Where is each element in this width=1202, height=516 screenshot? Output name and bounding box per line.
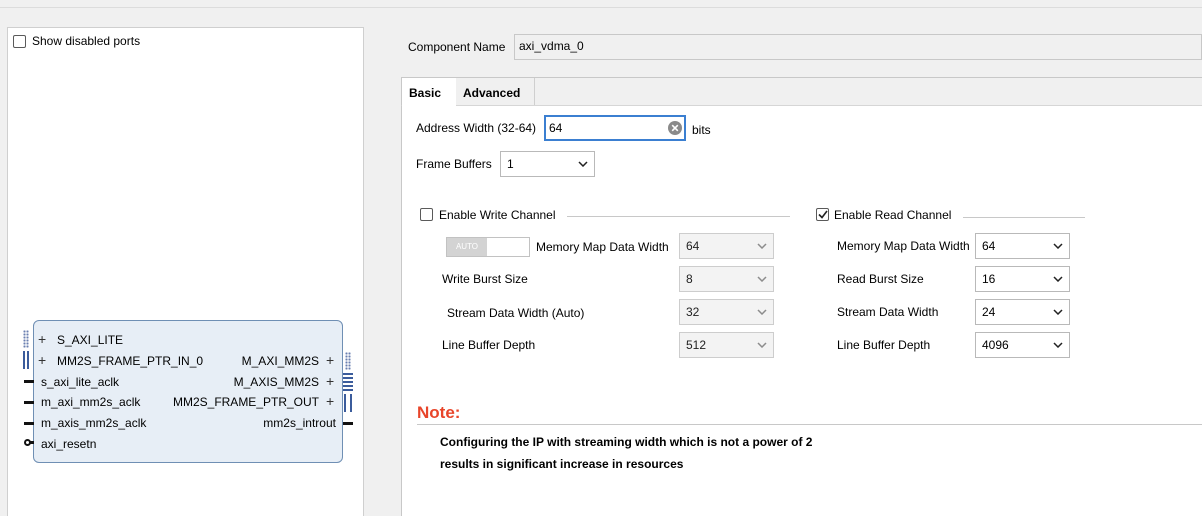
port-label: axi_resetn	[41, 437, 97, 451]
port-label: m_axi_mm2s_aclk	[41, 395, 141, 409]
port-label: MM2S_FRAME_PTR_IN_0	[57, 354, 204, 368]
port-label: m_axis_mm2s_aclk	[41, 416, 147, 430]
enable-read-channel-checkbox[interactable]	[816, 208, 829, 221]
port-pin	[343, 422, 353, 425]
port-label: s_axi_lite_aclk	[41, 375, 120, 389]
tab-advanced-label: Advanced	[463, 86, 521, 100]
component-name-value: axi_vdma_0	[519, 39, 584, 53]
chevron-down-icon	[578, 161, 588, 167]
address-width-label: Address Width (32-64)	[416, 121, 537, 135]
tab-panel	[401, 77, 1202, 516]
tab-basic[interactable]: Basic	[402, 78, 456, 106]
note-line-1: Configuring the IP with streaming width …	[440, 435, 813, 449]
expand-plus-icon[interactable]: +	[38, 332, 46, 346]
component-name-label: Component Name	[408, 40, 506, 54]
write-mm-data-width-select[interactable]: 64	[679, 233, 774, 259]
address-width-unit: bits	[692, 123, 711, 137]
frame-buffers-value: 1	[507, 157, 514, 171]
address-width-value: 64	[549, 121, 563, 135]
frame-buffers-select[interactable]: 1	[500, 151, 595, 177]
read-mm-data-width-select[interactable]: 64	[975, 233, 1070, 259]
group-divider	[567, 216, 790, 217]
read-stream-data-width-value: 24	[982, 305, 996, 319]
port-pin	[24, 380, 34, 383]
bus-connector-icon	[345, 352, 351, 370]
top-strip	[0, 0, 1202, 8]
write-line-buffer-depth-select[interactable]: 512	[679, 332, 774, 358]
auto-toggle-label: AUTO	[447, 238, 487, 256]
note-divider	[417, 424, 1202, 425]
group-divider	[963, 217, 1085, 218]
read-line-buffer-depth-label: Line Buffer Depth	[837, 338, 931, 352]
write-burst-size-select[interactable]: 8	[679, 266, 774, 292]
chevron-down-icon	[1053, 243, 1063, 249]
read-burst-size-value: 16	[982, 272, 996, 286]
write-mm-data-width-value: 64	[686, 239, 700, 253]
chevron-down-icon	[757, 276, 767, 282]
write-line-buffer-depth-label: Line Buffer Depth	[442, 338, 536, 352]
read-line-buffer-depth-select[interactable]: 4096	[975, 332, 1070, 358]
show-disabled-ports-label: Show disabled ports	[32, 34, 141, 48]
read-mm-data-width-label: Memory Map Data Width	[837, 239, 970, 253]
expand-plus-icon[interactable]: +	[326, 394, 334, 408]
chevron-down-icon	[1053, 309, 1063, 315]
auto-toggle[interactable]: AUTO	[446, 237, 530, 257]
bus-connector-icon	[343, 373, 353, 391]
show-disabled-ports-checkbox[interactable]	[13, 35, 26, 48]
chevron-down-icon	[757, 243, 767, 249]
bus-connector-icon	[23, 351, 29, 369]
note-title: Note:	[417, 403, 461, 422]
port-label: M_AXIS_MM2S	[233, 375, 319, 389]
write-stream-data-width-value: 32	[686, 305, 700, 319]
read-mm-data-width-value: 64	[982, 239, 996, 253]
write-stream-data-width-select[interactable]: 32	[679, 299, 774, 325]
component-name-input[interactable]: axi_vdma_0	[514, 34, 1202, 60]
write-burst-size-value: 8	[686, 272, 693, 286]
port-pin	[24, 401, 34, 404]
expand-plus-icon[interactable]: +	[326, 353, 334, 367]
chevron-down-icon	[757, 342, 767, 348]
checkmark-icon	[817, 210, 828, 219]
read-stream-data-width-label: Stream Data Width	[837, 305, 939, 319]
tab-basic-label: Basic	[409, 86, 442, 100]
write-stream-data-width-label: Stream Data Width (Auto)	[447, 306, 585, 320]
port-label: S_AXI_LITE	[57, 333, 124, 347]
bus-connector-icon	[23, 330, 29, 348]
read-burst-size-select[interactable]: 16	[975, 266, 1070, 292]
write-mm-data-width-label: Memory Map Data Width	[536, 240, 669, 254]
clear-icon[interactable]	[668, 121, 682, 135]
tab-advanced[interactable]: Advanced	[456, 78, 535, 105]
chevron-down-icon	[757, 309, 767, 315]
frame-buffers-label: Frame Buffers	[416, 157, 492, 171]
chevron-down-icon	[1053, 276, 1063, 282]
chevron-down-icon	[1053, 342, 1063, 348]
port-label: MM2S_FRAME_PTR_OUT	[172, 395, 319, 409]
enable-read-channel-label: Enable Read Channel	[834, 208, 952, 222]
write-burst-size-label: Write Burst Size	[442, 272, 528, 286]
note-line-2: results in significant increase in resou…	[440, 457, 684, 471]
port-pin	[24, 422, 34, 425]
expand-plus-icon[interactable]: +	[326, 374, 334, 388]
read-burst-size-label: Read Burst Size	[837, 272, 924, 286]
enable-write-channel-label: Enable Write Channel	[439, 208, 556, 222]
read-stream-data-width-select[interactable]: 24	[975, 299, 1070, 325]
write-line-buffer-depth-value: 512	[686, 338, 707, 352]
expand-plus-icon[interactable]: +	[38, 353, 46, 367]
read-line-buffer-depth-value: 4096	[982, 338, 1009, 352]
port-label: mm2s_introut	[263, 416, 336, 430]
address-width-input[interactable]: 64	[544, 115, 686, 141]
port-label: M_AXI_MM2S	[241, 354, 319, 368]
bus-connector-icon	[344, 394, 352, 412]
enable-write-channel-checkbox[interactable]	[420, 208, 433, 221]
